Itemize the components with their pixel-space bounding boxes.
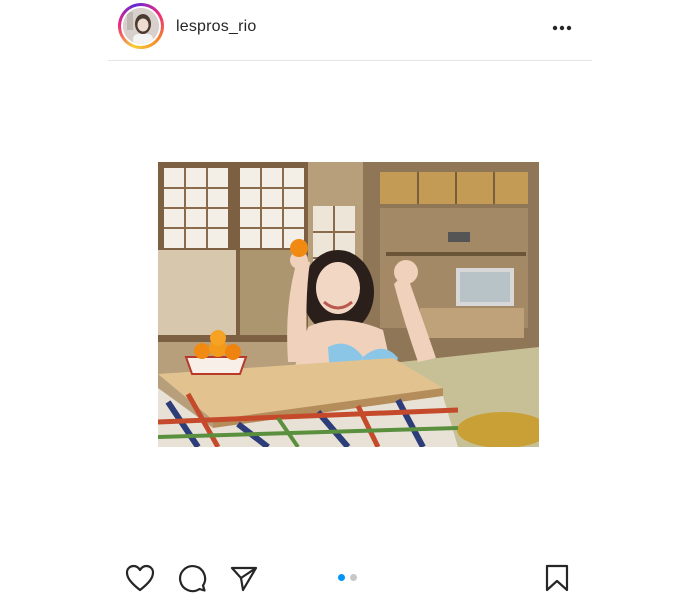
bookmark-icon[interactable] (541, 562, 573, 594)
paper-plane-icon[interactable] (228, 562, 260, 594)
carousel-indicator (338, 574, 357, 581)
carousel-dot-active (338, 574, 345, 581)
post-header: lespros_rio (108, 0, 592, 61)
avatar-image (123, 8, 159, 44)
username[interactable]: lespros_rio (176, 18, 256, 36)
action-bar (0, 560, 700, 596)
story-ring[interactable] (118, 3, 164, 49)
carousel-dot (350, 574, 357, 581)
post-image[interactable] (158, 162, 539, 447)
comment-icon[interactable] (176, 562, 208, 594)
heart-icon[interactable] (124, 562, 156, 594)
avatar-border (121, 6, 161, 46)
avatar[interactable] (123, 8, 159, 44)
more-options-icon[interactable] (550, 16, 574, 40)
